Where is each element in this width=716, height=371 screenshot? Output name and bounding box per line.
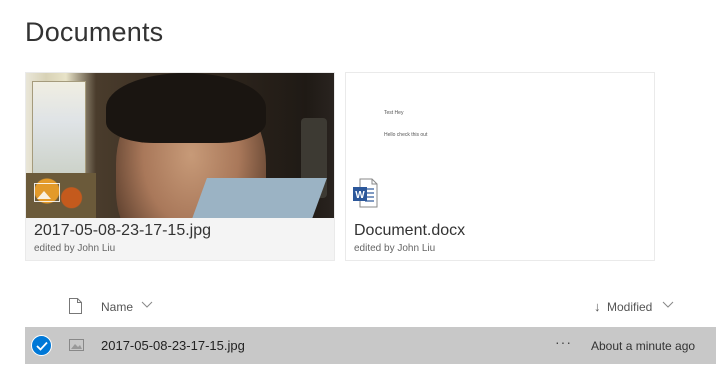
list-item[interactable]: 2017-05-08-23-17-15.jpg ··· About a minu… xyxy=(25,327,716,364)
list-header: Name ↓ Modified xyxy=(25,293,716,321)
preview-line: Hello check this out xyxy=(384,132,428,138)
file-tile-document[interactable]: Test Hey Hello check this out W Document… xyxy=(345,72,655,261)
more-actions-button[interactable]: ··· xyxy=(555,334,572,350)
file-tile-image[interactable]: 2017-05-08-23-17-15.jpg edited by John L… xyxy=(25,72,335,261)
file-type-icon[interactable] xyxy=(69,298,82,314)
column-header-name[interactable]: Name xyxy=(101,300,133,314)
page-title: Documents xyxy=(25,17,164,47)
tile-edited-by: edited by John Liu xyxy=(34,243,116,254)
document-preview: Test Hey Hello check this out W xyxy=(346,73,654,218)
tile-edited-by: edited by John Liu xyxy=(354,243,436,254)
tile-file-name[interactable]: 2017-05-08-23-17-15.jpg xyxy=(34,222,211,240)
svg-text:W: W xyxy=(355,190,365,201)
chevron-down-icon[interactable] xyxy=(141,299,153,309)
image-icon xyxy=(69,339,84,351)
chevron-down-icon[interactable] xyxy=(662,299,674,309)
sort-descending-icon: ↓ xyxy=(594,299,601,314)
image-icon xyxy=(34,183,60,202)
column-header-modified[interactable]: Modified xyxy=(607,300,652,314)
preview-line: Test Hey xyxy=(384,110,404,116)
tile-file-name[interactable]: Document.docx xyxy=(354,222,465,240)
image-thumbnail xyxy=(26,73,334,218)
row-modified: About a minute ago xyxy=(591,339,696,353)
row-file-name[interactable]: 2017-05-08-23-17-15.jpg xyxy=(101,338,245,353)
selected-checkmark-icon[interactable] xyxy=(31,335,52,356)
word-icon: W xyxy=(353,178,378,208)
